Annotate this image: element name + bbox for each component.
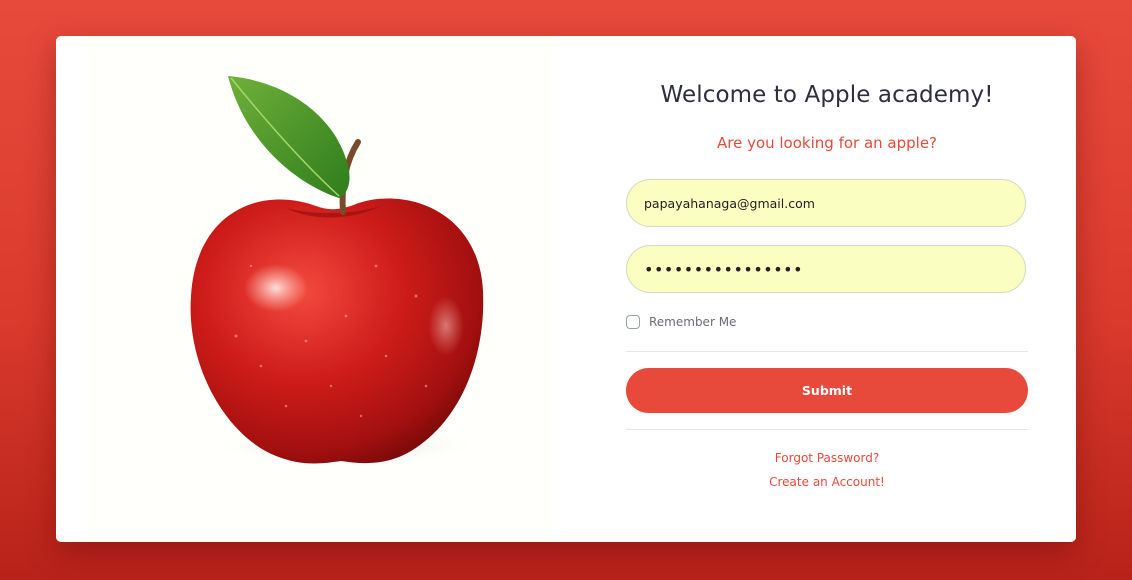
login-card: Welcome to Apple academy! Are you lookin…	[56, 36, 1076, 542]
page-title: Welcome to Apple academy!	[660, 82, 994, 108]
password-field[interactable]	[626, 245, 1026, 293]
page-subtitle: Are you looking for an apple?	[716, 134, 938, 152]
remember-me-checkbox[interactable]	[626, 315, 640, 329]
apple-illustration-icon	[190, 76, 484, 466]
divider	[626, 351, 1028, 352]
submit-button[interactable]: Submit	[626, 368, 1028, 413]
remember-me-label: Remember Me	[649, 315, 737, 329]
apple-image-pane	[86, 36, 556, 542]
create-account-link[interactable]: Create an Account!	[626, 475, 1028, 489]
divider	[626, 429, 1028, 430]
login-form: Welcome to Apple academy! Are you lookin…	[626, 36, 1028, 542]
email-field[interactable]	[626, 179, 1026, 227]
remember-me-control[interactable]: Remember Me	[626, 315, 736, 329]
forgot-password-link[interactable]: Forgot Password?	[626, 451, 1028, 465]
